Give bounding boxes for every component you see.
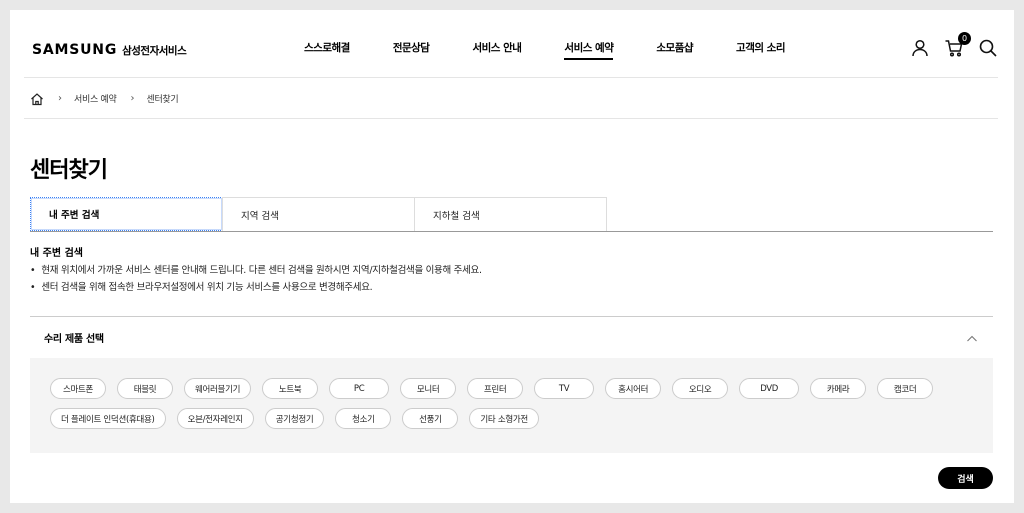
nav-supplies-shop[interactable]: 소모품샵 [656, 40, 693, 60]
info-title: 내 주변 검색 [30, 248, 83, 259]
product-chip-monitor[interactable]: 모니터 [400, 378, 457, 399]
product-chip-air-purifier[interactable]: 공기청정기 [264, 408, 325, 429]
product-chip-pc[interactable]: PC [329, 378, 390, 399]
main-nav: 스스로해결 전문상담 서비스 안내 서비스 예약 소모품샵 고객의 소리 [304, 40, 828, 60]
product-chip-wearable[interactable]: 웨어러블기기 [184, 378, 252, 399]
nav-service-info[interactable]: 서비스 안내 [472, 40, 521, 60]
utility-menu: 0 [910, 32, 998, 58]
product-chip-list: 스마트폰 태블릿 웨어러블기기 노트북 PC 모니터 프린터 TV 홈시어터 오… [30, 358, 993, 453]
product-chip-oven[interactable]: 오븐/전자레인지 [176, 408, 254, 429]
search-icon[interactable] [978, 38, 998, 58]
search-tabs: 내 주변 검색 지역 검색 지하철 검색 [30, 197, 993, 232]
tab-nearby-search[interactable]: 내 주변 검색 [30, 197, 223, 231]
home-icon[interactable] [30, 91, 44, 106]
product-chip-tv[interactable]: TV [534, 378, 595, 399]
chevron-right-icon: › [130, 92, 135, 104]
nav-customer-voice[interactable]: 고객의 소리 [736, 40, 785, 60]
product-select-header[interactable]: 수리 제품 선택 [30, 316, 993, 358]
product-chip-induction[interactable]: 더 플레이트 인덕션(휴대용) [50, 408, 166, 429]
product-chip-camera[interactable]: 카메라 [810, 378, 867, 399]
product-chip-smartphone[interactable]: 스마트폰 [50, 378, 106, 399]
search-button[interactable]: 검색 [938, 467, 993, 489]
product-chip-audio[interactable]: 오디오 [672, 378, 729, 399]
breadcrumb-service-reservation[interactable]: 서비스 예약 [74, 92, 117, 105]
cart-icon[interactable]: 0 [944, 32, 971, 58]
product-chip-printer[interactable]: 프린터 [467, 378, 524, 399]
tab-subway-search[interactable]: 지하철 검색 [414, 197, 607, 231]
product-chip-fan[interactable]: 선풍기 [402, 408, 459, 429]
product-chip-home-theater[interactable]: 홈시어터 [605, 378, 662, 399]
nav-consult[interactable]: 전문상담 [393, 40, 430, 60]
logo[interactable]: SAMSUNG 삼성전자서비스 [32, 42, 187, 58]
product-select-title: 수리 제품 선택 [44, 334, 104, 345]
breadcrumb: › 서비스 예약 › 센터찾기 [24, 78, 998, 119]
info-line: 센터 검색을 위해 접속한 브라우저설정에서 위치 기능 서비스를 사용으로 변… [30, 279, 482, 296]
nav-self-help[interactable]: 스스로해결 [304, 40, 350, 60]
breadcrumb-find-center: 센터찾기 [146, 94, 179, 105]
product-chip-tablet[interactable]: 태블릿 [117, 378, 173, 399]
user-icon[interactable] [910, 38, 930, 58]
chevron-up-icon[interactable] [965, 331, 979, 345]
nav-service-reservation[interactable]: 서비스 예약 [564, 40, 614, 60]
info-line: 현재 위치에서 가까운 서비스 센터를 안내해 드립니다. 다른 센터 검색을 … [30, 262, 482, 279]
info-list: 현재 위치에서 가까운 서비스 센터를 안내해 드립니다. 다른 센터 검색을 … [30, 262, 482, 296]
product-chip-small-appliance[interactable]: 기타 소형가전 [469, 408, 539, 429]
brand-sub: 삼성전자서비스 [122, 45, 187, 57]
site-header: SAMSUNG 삼성전자서비스 스스로해결 전문상담 서비스 안내 서비스 예약… [24, 10, 998, 78]
product-chip-dvd[interactable]: DVD [739, 378, 800, 399]
brand-logo: SAMSUNG [32, 42, 118, 58]
page-title: 센터찾기 [30, 158, 108, 183]
chevron-right-icon: › [58, 92, 62, 104]
cart-count-badge: 0 [958, 32, 971, 45]
page-frame: SAMSUNG 삼성전자서비스 스스로해결 전문상담 서비스 안내 서비스 예약… [10, 10, 1014, 503]
product-chip-camcorder[interactable]: 캠코더 [877, 378, 934, 399]
product-chip-vacuum[interactable]: 청소기 [335, 408, 392, 429]
product-chip-notebook[interactable]: 노트북 [262, 378, 319, 399]
tab-region-search[interactable]: 지역 검색 [222, 197, 415, 231]
